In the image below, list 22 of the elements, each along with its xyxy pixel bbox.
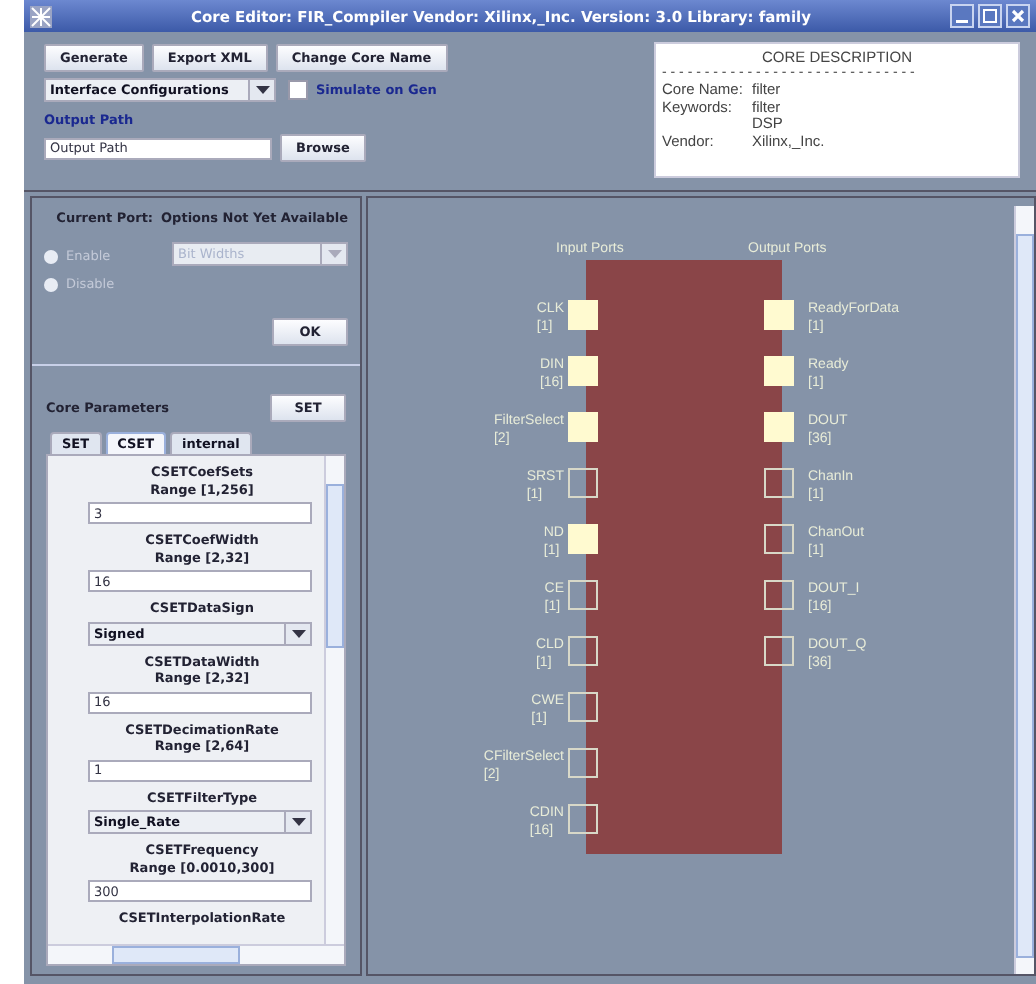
port-pin[interactable]	[568, 468, 598, 498]
close-icon[interactable]	[1006, 4, 1030, 28]
port-pin[interactable]	[568, 580, 598, 610]
dropdown-arrow-icon	[291, 818, 305, 826]
minimize-icon[interactable]	[950, 4, 974, 28]
vertical-scrollbar[interactable]	[1014, 206, 1034, 974]
simulate-checkbox[interactable]	[288, 80, 308, 100]
dropdown-arrow-icon	[291, 629, 305, 637]
vertical-scrollbar[interactable]	[324, 456, 344, 944]
app-icon	[30, 5, 52, 27]
port-pin[interactable]	[568, 692, 598, 722]
port-pin[interactable]	[764, 468, 794, 498]
port-pin[interactable]	[568, 636, 598, 666]
dropdown-arrow-icon	[255, 86, 269, 94]
horizontal-scrollbar[interactable]	[48, 944, 344, 964]
port-pin[interactable]	[764, 636, 794, 666]
port-pin[interactable]	[568, 804, 598, 834]
dropdown-arrow-icon	[327, 250, 341, 258]
port-pin[interactable]	[764, 580, 794, 610]
port-pin[interactable]	[764, 524, 794, 554]
maximize-icon[interactable]	[978, 4, 1002, 28]
port-pin[interactable]	[568, 748, 598, 778]
